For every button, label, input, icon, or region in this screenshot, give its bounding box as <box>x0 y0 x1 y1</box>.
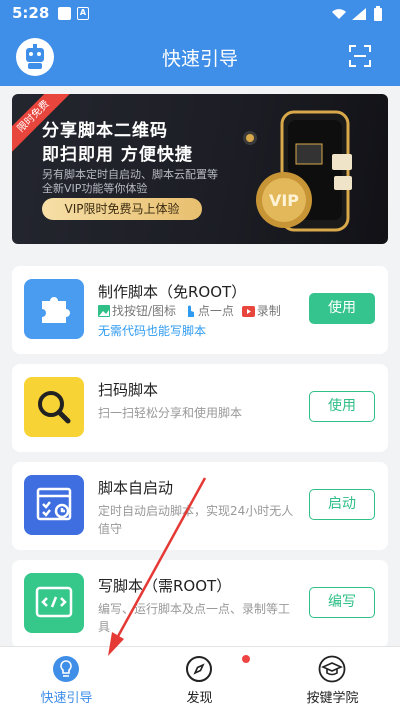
card-title: 写脚本（需ROOT） <box>98 577 232 595</box>
card-desc: 扫一扫轻松分享和使用脚本 <box>98 406 243 420</box>
vip-trial-button[interactable]: VIP限时免费马上体验 <box>42 198 202 220</box>
schedule-window-icon <box>24 475 84 535</box>
notification-dot <box>242 655 250 663</box>
tap-hand-icon <box>184 304 196 320</box>
no-code-text: 无需代码也能写脚本 <box>98 324 207 338</box>
card-desc: 编写、运行脚本及点一点、录制等工具 <box>98 602 291 634</box>
feature-list: 找按钮/图标 点一点 录制 <box>98 302 281 320</box>
page-title: 快速引导 <box>161 48 238 70</box>
card-title: 脚本自启动 <box>98 479 174 497</box>
phone-vip-illustration-icon: VIP <box>243 110 352 232</box>
card-auto-start[interactable]: 脚本自启动 定时自动启动脚本，实现24小时无人值守 启动 <box>12 462 388 550</box>
banner-desc-line2: 全新VIP功能等你体验 <box>42 182 148 195</box>
nav-label: 按键学院 <box>306 691 359 706</box>
feature-tap: 点一点 <box>197 304 234 318</box>
image-icon <box>98 305 110 320</box>
feature-find-button: 找按钮/图标 <box>112 304 177 318</box>
use-button[interactable]: 使用 <box>309 391 375 422</box>
record-icon <box>241 306 255 320</box>
nav-label: 快速引导 <box>40 691 93 706</box>
status-bar: 5:28 A <box>0 0 400 28</box>
notification-square-icon <box>58 7 71 20</box>
start-button[interactable]: 启动 <box>309 489 375 520</box>
code-window-icon <box>24 573 84 633</box>
system-icons <box>330 6 390 26</box>
bottom-nav: 快速引导 发现 按键学院 <box>0 646 400 711</box>
card-make-script[interactable]: 制作脚本（免ROOT） 找按钮/图标 点一点 录制 无需代码也能写脚本 使用 <box>12 266 388 354</box>
graduation-cap-icon <box>318 655 346 683</box>
scan-icon[interactable] <box>348 44 372 72</box>
card-title: 扫码脚本 <box>98 381 159 399</box>
nav-label: 发现 <box>186 691 213 706</box>
card-desc: 定时自动启动脚本，实现24小时无人值守 <box>98 504 294 536</box>
notification-a-icon: A <box>77 7 89 20</box>
nav-academy[interactable]: 按键学院 <box>266 647 399 711</box>
coin-text: VIP <box>269 191 299 210</box>
banner-title-line2: 即扫即用 方便快捷 <box>42 145 193 165</box>
card-write-script[interactable]: 写脚本（需ROOT） 编写、运行脚本及点一点、录制等工具 编写 <box>12 560 388 648</box>
nav-quick-guide[interactable]: 快速引导 <box>0 647 133 711</box>
puzzle-icon <box>24 279 84 339</box>
write-button[interactable]: 编写 <box>309 587 375 618</box>
card-title: 制作脚本（免ROOT） <box>98 283 247 301</box>
use-button[interactable]: 使用 <box>309 293 375 324</box>
feature-record: 录制 <box>256 304 281 318</box>
bulb-icon <box>52 655 80 683</box>
banner-title-line1: 分享脚本二维码 <box>42 121 168 141</box>
magnifier-icon <box>24 377 84 437</box>
compass-icon <box>185 655 213 683</box>
app-bar: 快速引导 <box>0 28 400 86</box>
card-scan-script[interactable]: 扫码脚本 扫一扫轻松分享和使用脚本 使用 <box>12 364 388 452</box>
vip-banner[interactable]: 限时免费 分享脚本二维码 即扫即用 方便快捷 另有脚本定时自启动、脚本云配置等 … <box>12 94 388 244</box>
status-time: 5:28 <box>12 4 50 22</box>
